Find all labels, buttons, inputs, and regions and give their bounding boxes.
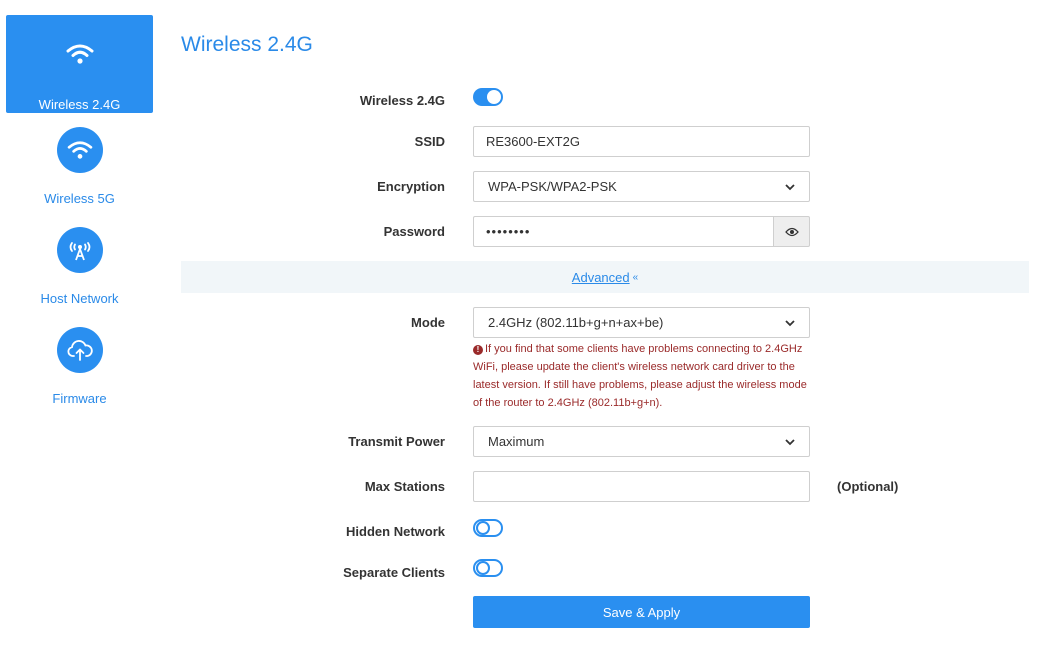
mode-select[interactable]: 2.4GHz (802.11b+g+n+ax+be): [473, 307, 810, 338]
wireless-label: Wireless 2.4G: [359, 93, 445, 108]
sidebar-item-host-network[interactable]: Host Network: [6, 215, 153, 313]
advanced-bar: Advanced «: [181, 261, 1029, 293]
hidden-network-toggle[interactable]: [473, 519, 503, 537]
encryption-value: WPA-PSK/WPA2-PSK: [488, 179, 617, 194]
main-content: Wireless 2.4G Wireless 2.4G SSID Encrypt…: [181, 0, 1029, 651]
sidebar-item-label: Firmware: [52, 391, 107, 406]
page-title: Wireless 2.4G: [181, 33, 313, 56]
chevron-down-icon: [785, 319, 795, 326]
password-input[interactable]: ••••••••: [473, 216, 773, 247]
sidebar-item-firmware[interactable]: Firmware: [6, 315, 153, 413]
mode-value: 2.4GHz (802.11b+g+n+ax+be): [488, 315, 664, 330]
wifi-icon: [56, 127, 103, 173]
hidden-network-label: Hidden Network: [346, 524, 445, 539]
sidebar: Wireless 2.4G Wireless 5G Host Network F…: [6, 15, 153, 415]
sidebar-item-label: Host Network: [40, 291, 119, 306]
transmit-power-select[interactable]: Maximum: [473, 426, 810, 457]
password-label: Password: [383, 224, 445, 239]
sidebar-item-label: Wireless 5G: [44, 191, 115, 206]
sidebar-item-label: Wireless 2.4G: [38, 97, 121, 112]
transmit-power-label: Transmit Power: [348, 434, 445, 449]
cloud-upload-icon: [56, 327, 103, 373]
advanced-toggle-link[interactable]: Advanced: [572, 270, 630, 285]
save-apply-button[interactable]: Save & Apply: [473, 596, 810, 628]
ssid-label: SSID: [414, 134, 445, 149]
mode-warning-text: If you find that some clients have probl…: [473, 343, 807, 409]
exclamation-icon: !: [473, 345, 483, 355]
max-stations-label: Max Stations: [364, 479, 445, 494]
mode-label: Mode: [411, 315, 445, 330]
encryption-label: Encryption: [377, 179, 445, 194]
chevron-double-up-icon: «: [632, 271, 639, 283]
sidebar-item-wireless-5g[interactable]: Wireless 5G: [6, 115, 153, 213]
transmit-power-value: Maximum: [488, 434, 545, 449]
max-stations-input[interactable]: [473, 471, 810, 502]
eye-icon: [784, 227, 799, 236]
sidebar-item-wireless-24g[interactable]: Wireless 2.4G: [6, 15, 153, 113]
chevron-down-icon: [785, 438, 795, 445]
ssid-input[interactable]: [473, 126, 810, 157]
advanced-label: Advanced: [571, 269, 630, 285]
wireless-toggle[interactable]: [473, 88, 503, 106]
encryption-select[interactable]: WPA-PSK/WPA2-PSK: [473, 171, 810, 202]
chevron-down-icon: [785, 183, 795, 190]
separate-clients-label: Separate Clients: [343, 565, 445, 580]
separate-clients-toggle[interactable]: [473, 559, 503, 577]
antenna-icon: [56, 227, 103, 273]
optional-label: (Optional): [837, 479, 899, 494]
mode-warning: ! If you find that some clients have prob…: [473, 340, 818, 412]
wifi-icon: [57, 31, 103, 77]
show-password-button[interactable]: [773, 216, 810, 247]
